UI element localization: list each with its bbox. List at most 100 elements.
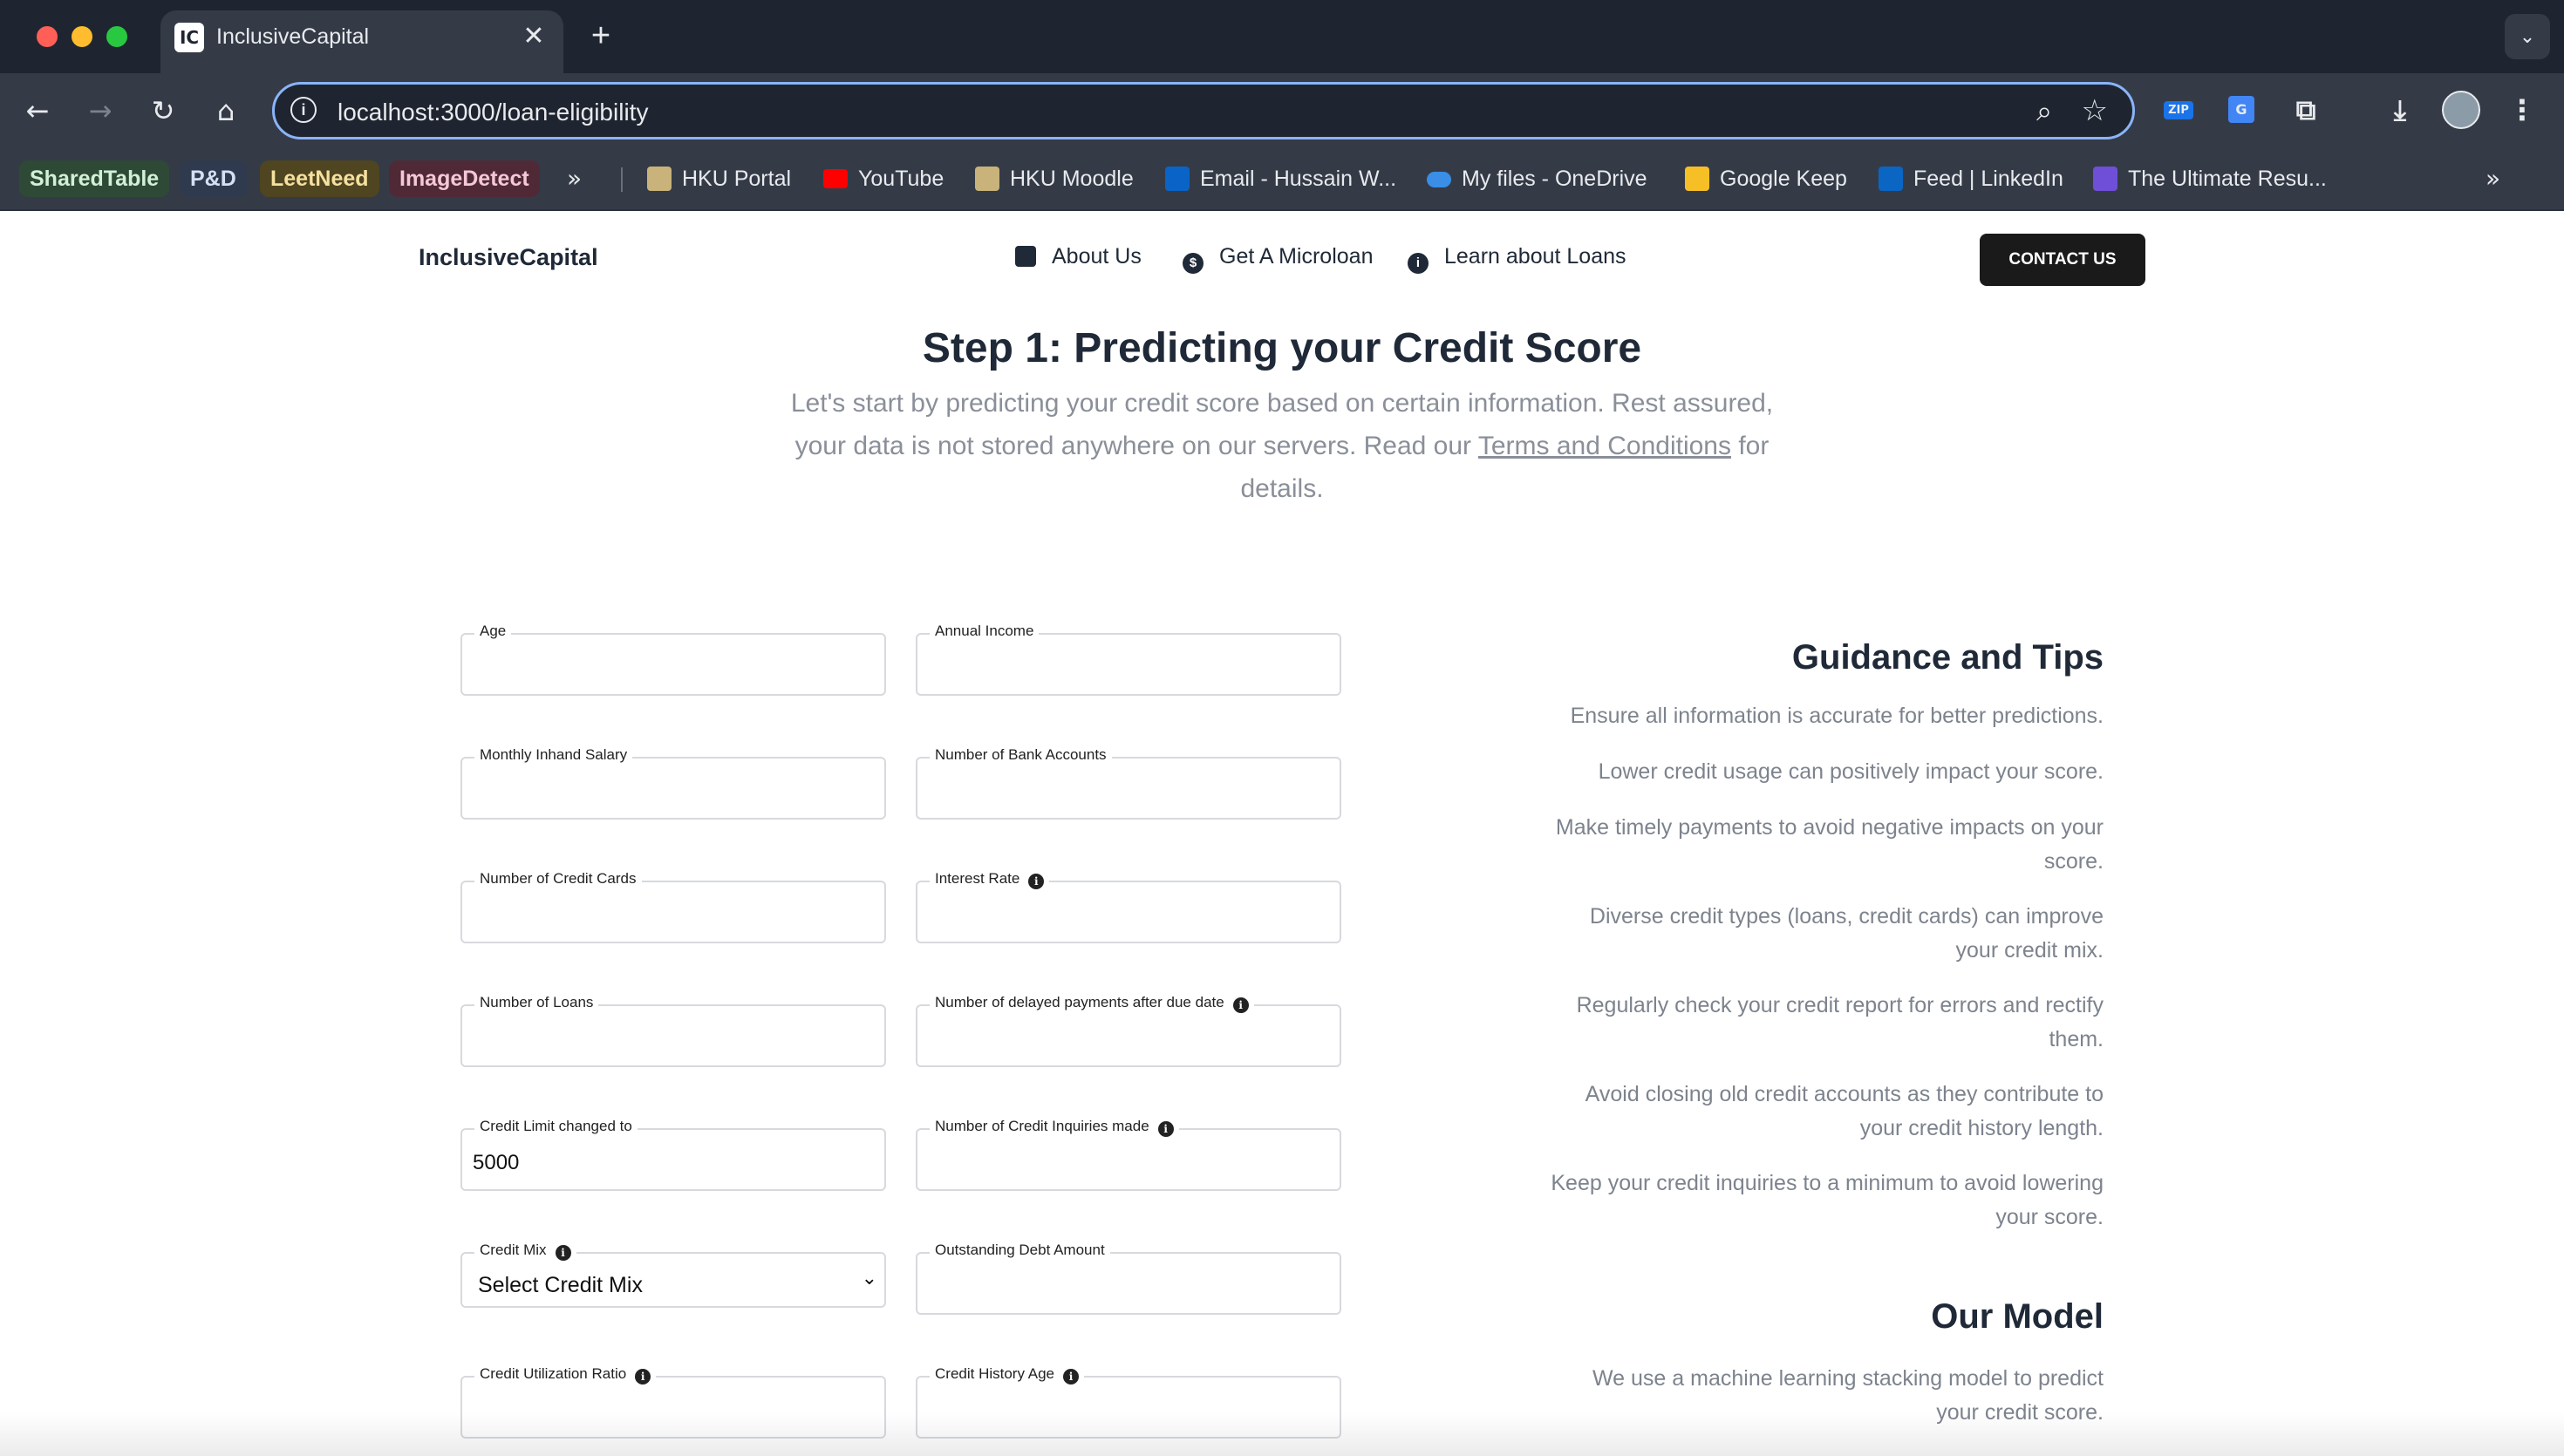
- double-chevron-icon[interactable]: »: [567, 160, 582, 197]
- bookmark-chip-sharedtable[interactable]: SharedTable: [19, 160, 170, 197]
- field-label-wrap: Number of delayed payments after due dat…: [930, 994, 1254, 1013]
- resume-site-icon: [2093, 167, 2117, 191]
- bookmark-chip-imagedetect[interactable]: ImageDetect: [389, 160, 540, 197]
- field-label: Number of Bank Accounts: [930, 746, 1112, 764]
- address-bar-url[interactable]: localhost:3000/loan-eligibility: [338, 99, 648, 126]
- chevron-down-icon[interactable]: ⌄: [862, 1268, 877, 1289]
- age-field[interactable]: Age: [460, 623, 886, 696]
- more-bookmarks-chevron-icon[interactable]: »: [2486, 160, 2500, 197]
- terms-link[interactable]: Terms and Conditions: [1478, 432, 1731, 460]
- bookmark-label: HKU Moodle: [1010, 167, 1134, 191]
- credit-inquiries-field[interactable]: Number of Credit Inquiries made i: [916, 1118, 1341, 1191]
- field-label: Annual Income: [930, 623, 1040, 640]
- more-icon[interactable]: ⋮: [2503, 91, 2541, 129]
- bookmark-label: My files - OneDrive: [1462, 167, 1647, 191]
- guidance-title: Guidance and Tips: [1791, 638, 2104, 677]
- bookmark-chip-pd[interactable]: P&D: [180, 160, 247, 197]
- youtube-icon: [823, 169, 848, 188]
- guidance-tip: Diverse credit types (loans, credit card…: [1589, 904, 2104, 963]
- info-icon[interactable]: i: [1028, 874, 1045, 889]
- info-icon[interactable]: i: [555, 1245, 571, 1261]
- window-zoom-button[interactable]: [106, 26, 127, 47]
- nav-label: About Us: [1052, 244, 1142, 269]
- select-value: Select Credit Mix: [478, 1273, 643, 1297]
- zoom-magnifier-icon[interactable]: ⌕: [2036, 92, 2052, 130]
- interest-rate-field[interactable]: Interest Rate i: [916, 870, 1341, 943]
- outstanding-debt-field[interactable]: Outstanding Debt Amount: [916, 1242, 1341, 1315]
- bookmark-onedrive[interactable]: My files - OneDrive: [1427, 160, 1647, 197]
- credit-mix-select[interactable]: Credit Mix i Select Credit Mix ⌄: [460, 1242, 886, 1308]
- forward-arrow-icon[interactable]: →: [80, 91, 120, 131]
- bookmark-label: YouTube: [858, 167, 944, 191]
- guidance-tip: Make timely payments to avoid negative i…: [1555, 815, 2104, 874]
- outlook-icon: [1165, 167, 1190, 191]
- browser-tab-strip: IC InclusiveCapital ✕ + ⌄: [0, 0, 2564, 73]
- puzzle-icon[interactable]: ⧉: [2287, 91, 2325, 129]
- dollar-icon: $: [1183, 253, 1204, 274]
- field-label: Credit Mix: [480, 1242, 547, 1258]
- back-arrow-icon[interactable]: ←: [17, 91, 58, 131]
- field-label: Outstanding Debt Amount: [930, 1242, 1110, 1259]
- bookmark-youtube[interactable]: YouTube: [823, 160, 944, 197]
- info-icon[interactable]: i: [1157, 1121, 1174, 1137]
- download-icon[interactable]: ⤓: [2381, 91, 2419, 129]
- monthly-salary-field[interactable]: Monthly Inhand Salary: [460, 746, 886, 820]
- bookmark-hku-moodle[interactable]: HKU Moodle: [975, 160, 1134, 197]
- field-label-wrap: Interest Rate i: [930, 870, 1050, 889]
- page-subtitle: Let's start by predicting your credit sc…: [781, 382, 1783, 510]
- bookmark-label: HKU Portal: [682, 167, 792, 191]
- hku-moodle-icon: [975, 167, 999, 191]
- page-title: Step 1: Predicting your Credit Score: [922, 325, 1642, 371]
- bookmark-email[interactable]: Email - Hussain W...: [1165, 160, 1396, 197]
- home-icon[interactable]: ⌂: [206, 91, 246, 131]
- window-minimize-button[interactable]: [72, 26, 92, 47]
- info-icon[interactable]: i: [1232, 997, 1249, 1013]
- browser-toolbar: ← → ↻ ⌂ i localhost:3000/loan-eligibilit…: [0, 73, 2564, 148]
- bookmark-ultimate-resume[interactable]: The Ultimate Resu...: [2093, 160, 2327, 197]
- reload-icon[interactable]: ↻: [143, 91, 183, 131]
- translate-extension-icon[interactable]: G: [2222, 91, 2261, 129]
- credit-limit-field[interactable]: Credit Limit changed to 5000: [460, 1118, 886, 1191]
- bottom-shadow: [0, 1412, 2564, 1456]
- info-icon[interactable]: i: [635, 1369, 651, 1385]
- field-value: 5000: [473, 1151, 520, 1174]
- info-icon[interactable]: i: [1063, 1369, 1079, 1385]
- bookmark-chip-leetneed[interactable]: LeetNeed: [260, 160, 379, 197]
- bookmark-google-keep[interactable]: Google Keep: [1685, 160, 1847, 197]
- delayed-payments-field[interactable]: Number of delayed payments after due dat…: [916, 994, 1341, 1067]
- nav-about-us[interactable]: About Us: [1015, 244, 1142, 269]
- zip-extension-icon[interactable]: ZIP: [2159, 91, 2198, 129]
- address-bar[interactable]: i localhost:3000/loan-eligibility ⌕ ☆: [272, 82, 2135, 139]
- field-label-wrap: Number of Credit Inquiries made i: [930, 1118, 1179, 1137]
- hku-portal-icon: [647, 167, 672, 191]
- field-label-wrap: Credit History Age i: [930, 1365, 1084, 1385]
- bookmark-star-icon[interactable]: ☆: [2082, 92, 2108, 130]
- window-close-button[interactable]: [37, 26, 58, 47]
- bookmark-label: Google Keep: [1720, 167, 1847, 191]
- tab-search-chevron-icon[interactable]: ⌄: [2505, 14, 2550, 59]
- linkedin-icon: [1879, 167, 1903, 191]
- nav-get-microloan[interactable]: $ Get A Microloan: [1183, 244, 1373, 274]
- bookmarks-bar: SharedTable P&D LeetNeed ImageDetect » H…: [0, 148, 2564, 211]
- annual-income-field[interactable]: Annual Income: [916, 623, 1341, 696]
- nav-learn-loans[interactable]: i Learn about Loans: [1408, 244, 1626, 274]
- field-label: Number of Credit Inquiries made: [935, 1118, 1149, 1134]
- loans-field[interactable]: Number of Loans: [460, 994, 886, 1067]
- contact-us-button[interactable]: CONTACT US: [1980, 234, 2145, 286]
- bookmark-label: The Ultimate Resu...: [2128, 167, 2327, 191]
- browser-tab[interactable]: IC InclusiveCapital ✕: [160, 10, 563, 73]
- credit-cards-field[interactable]: Number of Credit Cards: [460, 870, 886, 943]
- onedrive-cloud-icon: [1427, 172, 1451, 187]
- nav-label: Learn about Loans: [1444, 244, 1626, 269]
- guidance-tip: Regularly check your credit report for e…: [1576, 993, 2104, 1051]
- model-title: Our Model: [1931, 1297, 2104, 1336]
- bookmark-label: Email - Hussain W...: [1200, 167, 1397, 191]
- bank-accounts-field[interactable]: Number of Bank Accounts: [916, 746, 1341, 820]
- new-tab-plus-icon[interactable]: +: [581, 16, 621, 56]
- site-logo[interactable]: InclusiveCapital: [419, 244, 598, 271]
- close-icon[interactable]: ✕: [516, 19, 551, 54]
- bookmark-linkedin[interactable]: Feed | LinkedIn: [1879, 160, 2063, 197]
- site-info-icon[interactable]: i: [290, 97, 317, 123]
- avatar[interactable]: [2442, 91, 2480, 129]
- bookmark-hku-portal[interactable]: HKU Portal: [647, 160, 791, 197]
